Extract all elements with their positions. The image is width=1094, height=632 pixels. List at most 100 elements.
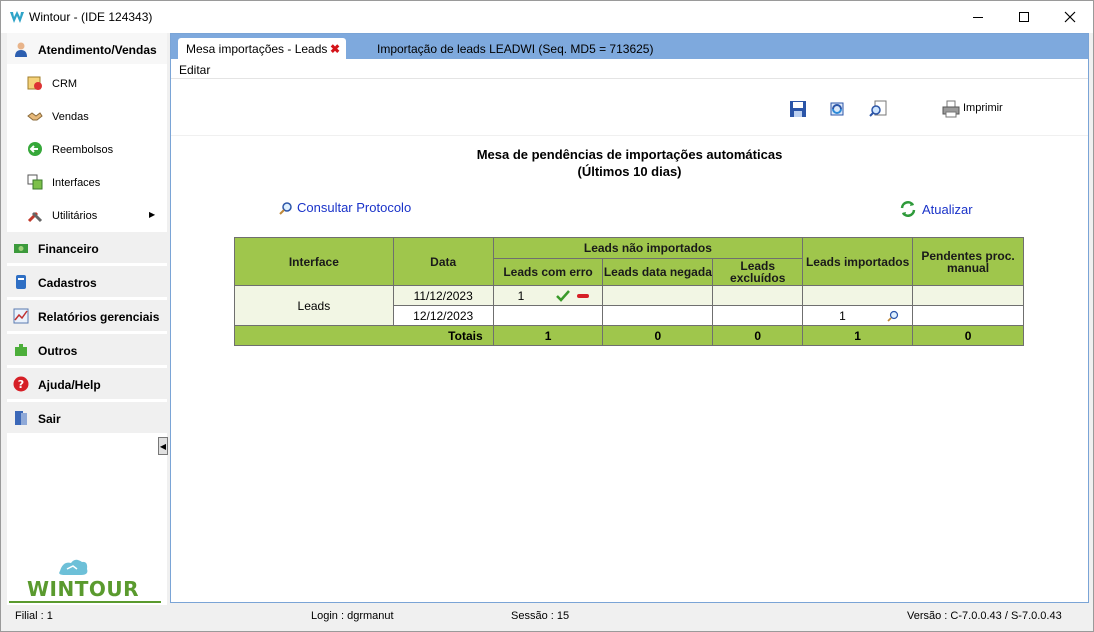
reject-minus-icon[interactable]	[576, 292, 590, 300]
header-leads-nao-importados: Leads não importados	[492, 237, 804, 259]
pending-cell	[912, 305, 1024, 326]
tab-label: Importação de leads LEADWI (Seq. MD5 = 7…	[377, 41, 654, 56]
consult-protocol-label: Consultar Protocolo	[297, 200, 412, 215]
database-icon	[16, 275, 26, 289]
sidebar-item-utilitarios[interactable]: Utilitários ▶	[7, 199, 167, 232]
sidebar-collapse-button[interactable]: ◀	[158, 437, 168, 455]
close-icon	[1064, 11, 1076, 23]
status-branch: Filial : 1	[15, 610, 53, 622]
preview-icon[interactable]	[869, 100, 887, 118]
sidebar-item-vendas[interactable]: Vendas	[7, 100, 167, 133]
tools-icon	[27, 211, 43, 223]
tab-strip: Mesa importações - Leads ✖ Importação de…	[171, 34, 1088, 59]
with-error-cell	[492, 305, 604, 326]
sidebar-section-label: Ajuda/Help	[38, 378, 101, 392]
print-button[interactable]: Imprimir	[963, 102, 1003, 114]
sidebar-section-sair[interactable]: Sair	[7, 402, 167, 434]
totals-label: Totais	[234, 325, 494, 346]
header-leads-com-erro: Leads com erro	[492, 258, 604, 286]
table-row: Leads 11/12/2023 1	[234, 285, 1024, 326]
interfaces-icon	[27, 174, 43, 190]
window-title: Wintour - (IDE 124343)	[29, 10, 153, 24]
consult-protocol-link[interactable]: Consultar Protocolo	[279, 200, 411, 215]
sidebar-section-label: Relatórios gerenciais	[38, 310, 160, 324]
date-denied-cell	[602, 285, 714, 306]
back-arrow-icon	[28, 142, 42, 156]
excluded-cell	[712, 305, 804, 326]
status-session: Sessão : 15	[511, 610, 570, 622]
svg-text:?: ?	[18, 378, 24, 391]
view-magnifier-icon[interactable]	[887, 310, 899, 322]
user-icon	[15, 42, 27, 57]
approve-check-icon[interactable]	[555, 290, 570, 302]
sidebar: Atendimento/Vendas CRM Vendas Reembolsos…	[7, 33, 167, 605]
imported-value: 1	[839, 308, 846, 323]
status-bar: Filial : 1 Login : dgrmanut Sessão : 15 …	[1, 605, 1093, 631]
sidebar-section-label: Financeiro	[38, 242, 99, 256]
sidebar-section-financeiro[interactable]: Financeiro	[7, 232, 167, 264]
header-leads-data-negada: Leads data negada	[602, 258, 714, 286]
sidebar-section-cadastros[interactable]: Cadastros	[7, 266, 167, 298]
leads-pending-table: Interface Data Leads não importados Lead…	[234, 237, 1024, 346]
sidebar-item-reembolsos[interactable]: Reembolsos	[7, 133, 167, 166]
refresh-link[interactable]: Atualizar	[899, 200, 973, 218]
refresh-icon[interactable]	[828, 100, 846, 118]
printer-icon[interactable]	[942, 100, 960, 118]
totals-row: Totais 1 0 0 1 0	[234, 325, 1024, 346]
magnifier-icon	[279, 201, 292, 215]
maximize-button[interactable]	[1001, 1, 1047, 33]
total-pending: 0	[912, 325, 1024, 346]
total-imported: 1	[802, 325, 914, 346]
header-data: Data	[392, 237, 494, 286]
sidebar-section-ajuda[interactable]: ? Ajuda/Help	[7, 368, 167, 400]
sidebar-section-label: Sair	[38, 412, 61, 426]
header-leads-excluidos: Leads excluídos	[712, 258, 804, 286]
sidebar-section-atendimento[interactable]: Atendimento/Vendas	[7, 33, 167, 65]
sidebar-item-label: CRM	[52, 78, 78, 90]
report-title-line: Mesa de pendências de importações automá…	[476, 147, 783, 162]
sidebar-section-relatorios[interactable]: Relatórios gerenciais	[7, 300, 167, 332]
tab-mesa-importacoes[interactable]: Mesa importações - Leads ✖	[178, 38, 346, 59]
sidebar-section-label: Cadastros	[38, 276, 97, 290]
pending-cell	[912, 285, 1024, 306]
excluded-cell	[712, 285, 804, 306]
handshake-icon	[27, 112, 43, 121]
help-icon: ?	[13, 376, 29, 392]
report-title: Mesa de pendências de importações automá…	[171, 146, 1088, 180]
wintour-logo-text: WINTOUR	[27, 577, 140, 601]
date-cell: 12/12/2023	[392, 305, 494, 326]
refresh-arrows-icon	[900, 201, 916, 217]
money-icon	[14, 244, 28, 253]
wintour-app-icon	[10, 11, 24, 23]
header-pendentes: Pendentes proc. manual	[912, 237, 1024, 286]
sidebar-item-label: Interfaces	[52, 177, 101, 189]
exit-icon	[15, 411, 27, 425]
date-denied-cell	[602, 305, 714, 326]
crm-icon	[27, 76, 42, 90]
date-cell: 11/12/2023	[392, 285, 494, 306]
imported-cell	[802, 285, 914, 306]
minimize-button[interactable]	[955, 1, 1001, 33]
sidebar-section-outros[interactable]: Outros	[7, 334, 167, 366]
tab-label: Mesa importações - Leads	[186, 41, 328, 56]
status-login: Login : dgrmanut	[311, 610, 394, 622]
minimize-icon	[973, 16, 983, 18]
sidebar-item-label: Reembolsos	[52, 144, 114, 156]
menu-editar[interactable]: Editar	[179, 63, 210, 77]
imported-cell: 1	[802, 305, 914, 326]
chevron-left-icon: ◀	[159, 441, 167, 451]
sidebar-item-label: Utilitários	[52, 210, 98, 222]
total-excluded: 0	[712, 325, 804, 346]
total-date-denied: 0	[602, 325, 714, 346]
with-error-value: 1	[517, 288, 525, 303]
puzzle-icon	[15, 344, 27, 356]
tab-importacao-leads[interactable]: Importação de leads LEADWI (Seq. MD5 = 7…	[369, 38, 661, 59]
tab-close-icon[interactable]: ✖	[330, 42, 340, 56]
save-icon[interactable]	[789, 100, 807, 118]
sidebar-section-label: Atendimento/Vendas	[38, 43, 157, 57]
logo-underline	[9, 601, 161, 603]
sidebar-item-crm[interactable]: CRM	[7, 67, 167, 100]
sidebar-item-interfaces[interactable]: Interfaces	[7, 166, 167, 199]
main-panel: Mesa importações - Leads ✖ Importação de…	[170, 33, 1089, 603]
close-button[interactable]	[1047, 1, 1093, 33]
